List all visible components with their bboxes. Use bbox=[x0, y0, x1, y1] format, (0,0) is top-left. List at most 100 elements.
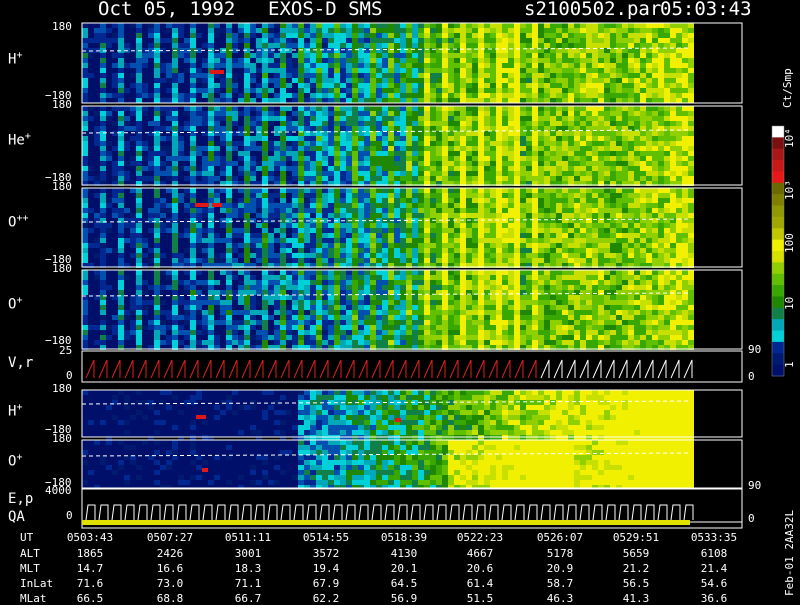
heatmap-cell bbox=[160, 63, 166, 68]
heatmap-cell bbox=[358, 238, 364, 243]
heatmap-cell bbox=[598, 106, 604, 111]
heatmap-cell bbox=[592, 116, 598, 121]
heatmap-cell bbox=[592, 146, 598, 151]
heatmap-cell bbox=[376, 253, 382, 258]
heatmap-cell bbox=[154, 193, 160, 198]
heatmap-cell bbox=[448, 98, 454, 103]
heatmap-cell bbox=[262, 161, 268, 166]
heatmap-cell bbox=[616, 156, 622, 161]
heatmap-cell bbox=[334, 88, 340, 93]
heatmap-cell bbox=[370, 238, 376, 243]
heatmap-cell bbox=[616, 88, 622, 93]
heatmap-cell bbox=[526, 203, 532, 208]
heatmap-cell bbox=[214, 161, 220, 166]
heatmap-cell bbox=[670, 88, 676, 93]
heatmap-cell bbox=[196, 78, 202, 83]
heatmap-cell bbox=[382, 48, 388, 53]
heatmap-cell bbox=[478, 161, 484, 166]
heatmap-cell bbox=[580, 73, 586, 78]
heatmap-cell bbox=[334, 48, 340, 53]
heatmap-cell bbox=[220, 320, 226, 325]
heatmap-cell bbox=[304, 290, 310, 295]
heatmap-cell bbox=[334, 141, 340, 146]
heatmap-cell bbox=[412, 156, 418, 161]
heatmap-cell bbox=[118, 223, 124, 228]
heatmap-cell bbox=[352, 238, 358, 243]
heatmap-cell bbox=[454, 146, 460, 151]
heatmap-cell bbox=[310, 73, 316, 78]
heatmap-cell bbox=[334, 78, 340, 83]
heatmap-cell bbox=[316, 161, 322, 166]
heatmap-cell bbox=[514, 213, 520, 218]
heatmap-cell bbox=[568, 193, 574, 198]
heatmap-cell bbox=[682, 111, 688, 116]
heatmap-cell bbox=[316, 290, 322, 295]
heatmap-cell bbox=[172, 171, 178, 176]
heatmap-cell bbox=[130, 300, 136, 305]
heatmap-cell bbox=[178, 146, 184, 151]
heatmap-cell bbox=[502, 121, 508, 126]
heatmap-cell bbox=[226, 33, 232, 38]
heatmap-cell bbox=[544, 193, 550, 198]
heatmap-cell bbox=[346, 243, 352, 248]
heatmap-cell bbox=[388, 243, 394, 248]
heatmap-cell bbox=[118, 121, 124, 126]
heatmap-cell bbox=[274, 98, 280, 103]
heatmap-cell bbox=[226, 166, 232, 171]
heatmap-cell bbox=[112, 78, 118, 83]
heatmap-cell bbox=[400, 33, 406, 38]
heatmap-cell bbox=[316, 141, 322, 146]
heatmap-cell bbox=[580, 83, 586, 88]
heatmap-cell bbox=[454, 151, 460, 156]
heatmap-cell bbox=[562, 218, 568, 223]
heatmap-cell bbox=[238, 340, 244, 345]
heatmap-cell bbox=[598, 171, 604, 176]
heatmap-cell bbox=[352, 141, 358, 146]
heatmap-cell bbox=[352, 203, 358, 208]
heatmap-cell bbox=[664, 43, 670, 48]
heatmap-cell bbox=[310, 275, 316, 280]
heatmap-cell bbox=[124, 116, 130, 121]
heatmap-cell bbox=[406, 53, 412, 58]
heatmap-cell bbox=[292, 53, 298, 58]
heatmap-cell bbox=[514, 203, 520, 208]
heatmap-cell bbox=[574, 131, 580, 136]
heatmap-cell bbox=[496, 258, 502, 263]
heatmap-cell bbox=[166, 68, 172, 73]
heatmap-cell bbox=[424, 43, 430, 48]
heatmap-cell bbox=[508, 198, 514, 203]
heatmap-cell bbox=[478, 203, 484, 208]
heatmap-cell bbox=[346, 136, 352, 141]
heatmap-cell bbox=[262, 68, 268, 73]
heatmap-cell bbox=[616, 228, 622, 233]
heatmap-cell bbox=[136, 203, 142, 208]
heatmap-cell bbox=[586, 83, 592, 88]
heatmap-cell bbox=[490, 28, 496, 33]
heatmap-cell bbox=[568, 238, 574, 243]
heatmap-cell bbox=[478, 193, 484, 198]
heatmap-cell bbox=[394, 78, 400, 83]
heatmap-cell bbox=[412, 23, 418, 28]
heatmap-cell bbox=[214, 53, 220, 58]
heatmap-cell bbox=[652, 141, 658, 146]
heatmap-cell bbox=[328, 126, 334, 131]
heatmap-cell bbox=[508, 238, 514, 243]
heatmap-cell bbox=[232, 63, 238, 68]
heatmap-cell bbox=[658, 121, 664, 126]
heatmap-cell bbox=[688, 23, 694, 28]
heatmap-cell bbox=[406, 78, 412, 83]
heatmap-cell bbox=[604, 63, 610, 68]
heatmap-cell bbox=[328, 335, 334, 340]
heatmap-cell bbox=[406, 23, 412, 28]
heatmap-cell bbox=[358, 78, 364, 83]
heatmap-cell bbox=[358, 228, 364, 233]
heatmap-cell bbox=[268, 166, 274, 171]
heatmap-cell bbox=[556, 63, 562, 68]
heatmap-cell bbox=[598, 88, 604, 93]
heatmap-cell bbox=[154, 253, 160, 258]
heatmap-cell bbox=[370, 88, 376, 93]
heatmap-cell bbox=[196, 300, 202, 305]
heatmap-cell bbox=[268, 238, 274, 243]
heatmap-cell bbox=[562, 146, 568, 151]
heatmap-cell bbox=[640, 248, 646, 253]
